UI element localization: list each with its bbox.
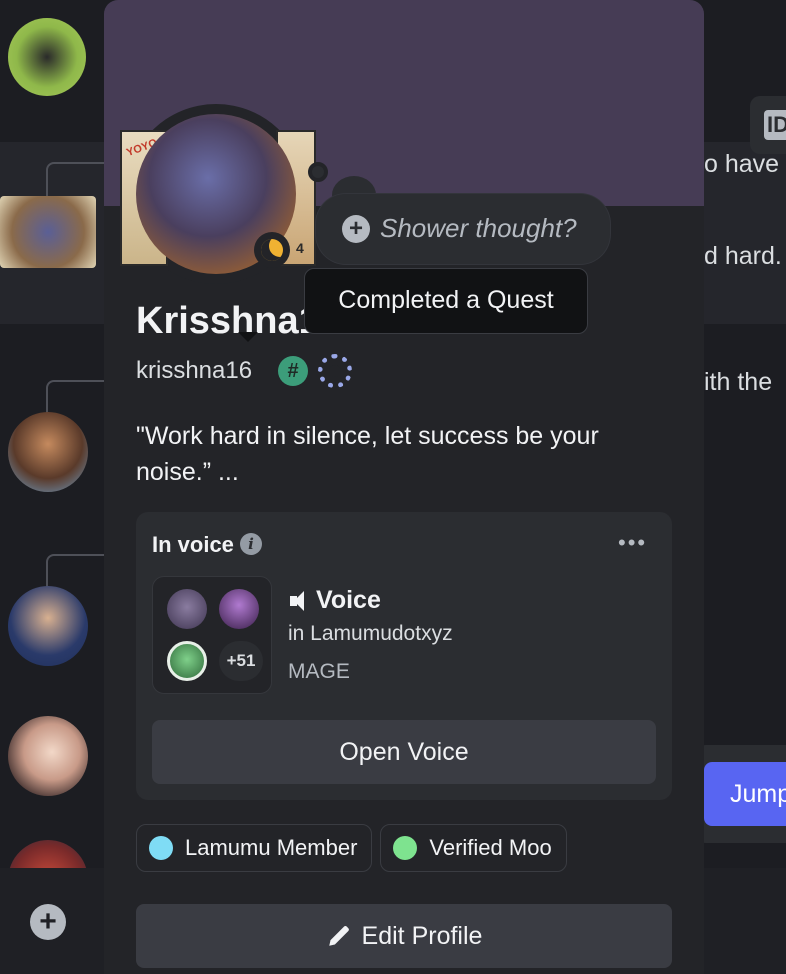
id-icon: ID [764, 110, 786, 140]
member-avatar[interactable] [8, 716, 88, 796]
participant-count: +51 [219, 641, 263, 681]
edit-profile-label: Edit Profile [361, 921, 483, 950]
open-voice-button[interactable]: Open Voice [152, 720, 656, 784]
participant-avatar [167, 641, 207, 681]
participant-avatar [167, 589, 207, 629]
more-options-icon[interactable]: ••• [618, 530, 647, 556]
add-icon: + [342, 215, 370, 243]
jump-button[interactable]: Jump [704, 762, 786, 826]
username: krisshna16 [136, 357, 253, 384]
roles-list: Lamumu Member Verified Moo [136, 824, 567, 872]
custom-status-bubble[interactable]: + Shower thought? [316, 194, 610, 264]
role-name: Verified Moo [429, 835, 552, 860]
idle-status-icon [254, 232, 290, 268]
tooltip-arrow [238, 332, 258, 342]
add-server-icon[interactable]: + [30, 904, 66, 940]
role-pill[interactable]: Verified Moo [380, 824, 567, 872]
edit-profile-button[interactable]: Edit Profile [136, 904, 672, 968]
thread-connector [46, 554, 106, 590]
role-color-dot [393, 836, 418, 860]
chat-message-fragment: d hard. [704, 242, 782, 270]
quest-badge-icon[interactable] [318, 354, 353, 388]
role-name: Lamumu Member [185, 835, 358, 860]
role-color-dot [149, 836, 173, 860]
speaker-icon [288, 589, 312, 613]
username-row: krisshna16 # [136, 354, 353, 388]
tooltip-text: Completed a Quest [338, 286, 554, 314]
member-avatar[interactable] [8, 586, 88, 666]
quest-tooltip: Completed a Quest [304, 268, 588, 334]
pencil-icon [328, 926, 349, 946]
chat-message-fragment: ith the [704, 368, 773, 396]
voice-channel-note: MAGE [288, 660, 350, 683]
member-avatar[interactable] [8, 412, 88, 492]
voice-server: in Lamumudotxyz [288, 622, 453, 645]
info-icon[interactable]: i [240, 533, 262, 555]
member-avatar[interactable] [8, 18, 86, 96]
member-avatar[interactable] [0, 196, 96, 268]
bio: "Work hard in silence, let success be yo… [136, 422, 599, 486]
avatar-decoration-number: 4 [296, 240, 304, 256]
thread-connector [46, 380, 106, 416]
id-badge[interactable]: ID [750, 96, 786, 154]
custom-status-placeholder: Shower thought? [380, 213, 577, 243]
voice-channel-title: Voice [316, 586, 381, 614]
voice-activity-card: In voice i ••• +51 Voice in Lamumudotxyz… [136, 512, 672, 800]
profile-popout: 4 + Shower thought? Krisshna16 Completed… [104, 0, 704, 974]
voice-header: In voice [152, 532, 234, 557]
thought-bubble-dot [308, 162, 328, 182]
voice-title-row: Voice [288, 586, 381, 615]
thread-connector [46, 162, 106, 198]
role-pill[interactable]: Lamumu Member [136, 824, 373, 872]
voice-participants: +51 [152, 576, 272, 694]
hashtag-badge-icon[interactable]: # [278, 356, 309, 386]
participant-avatar [219, 589, 259, 629]
chat-message-fragment: o have [704, 150, 780, 178]
